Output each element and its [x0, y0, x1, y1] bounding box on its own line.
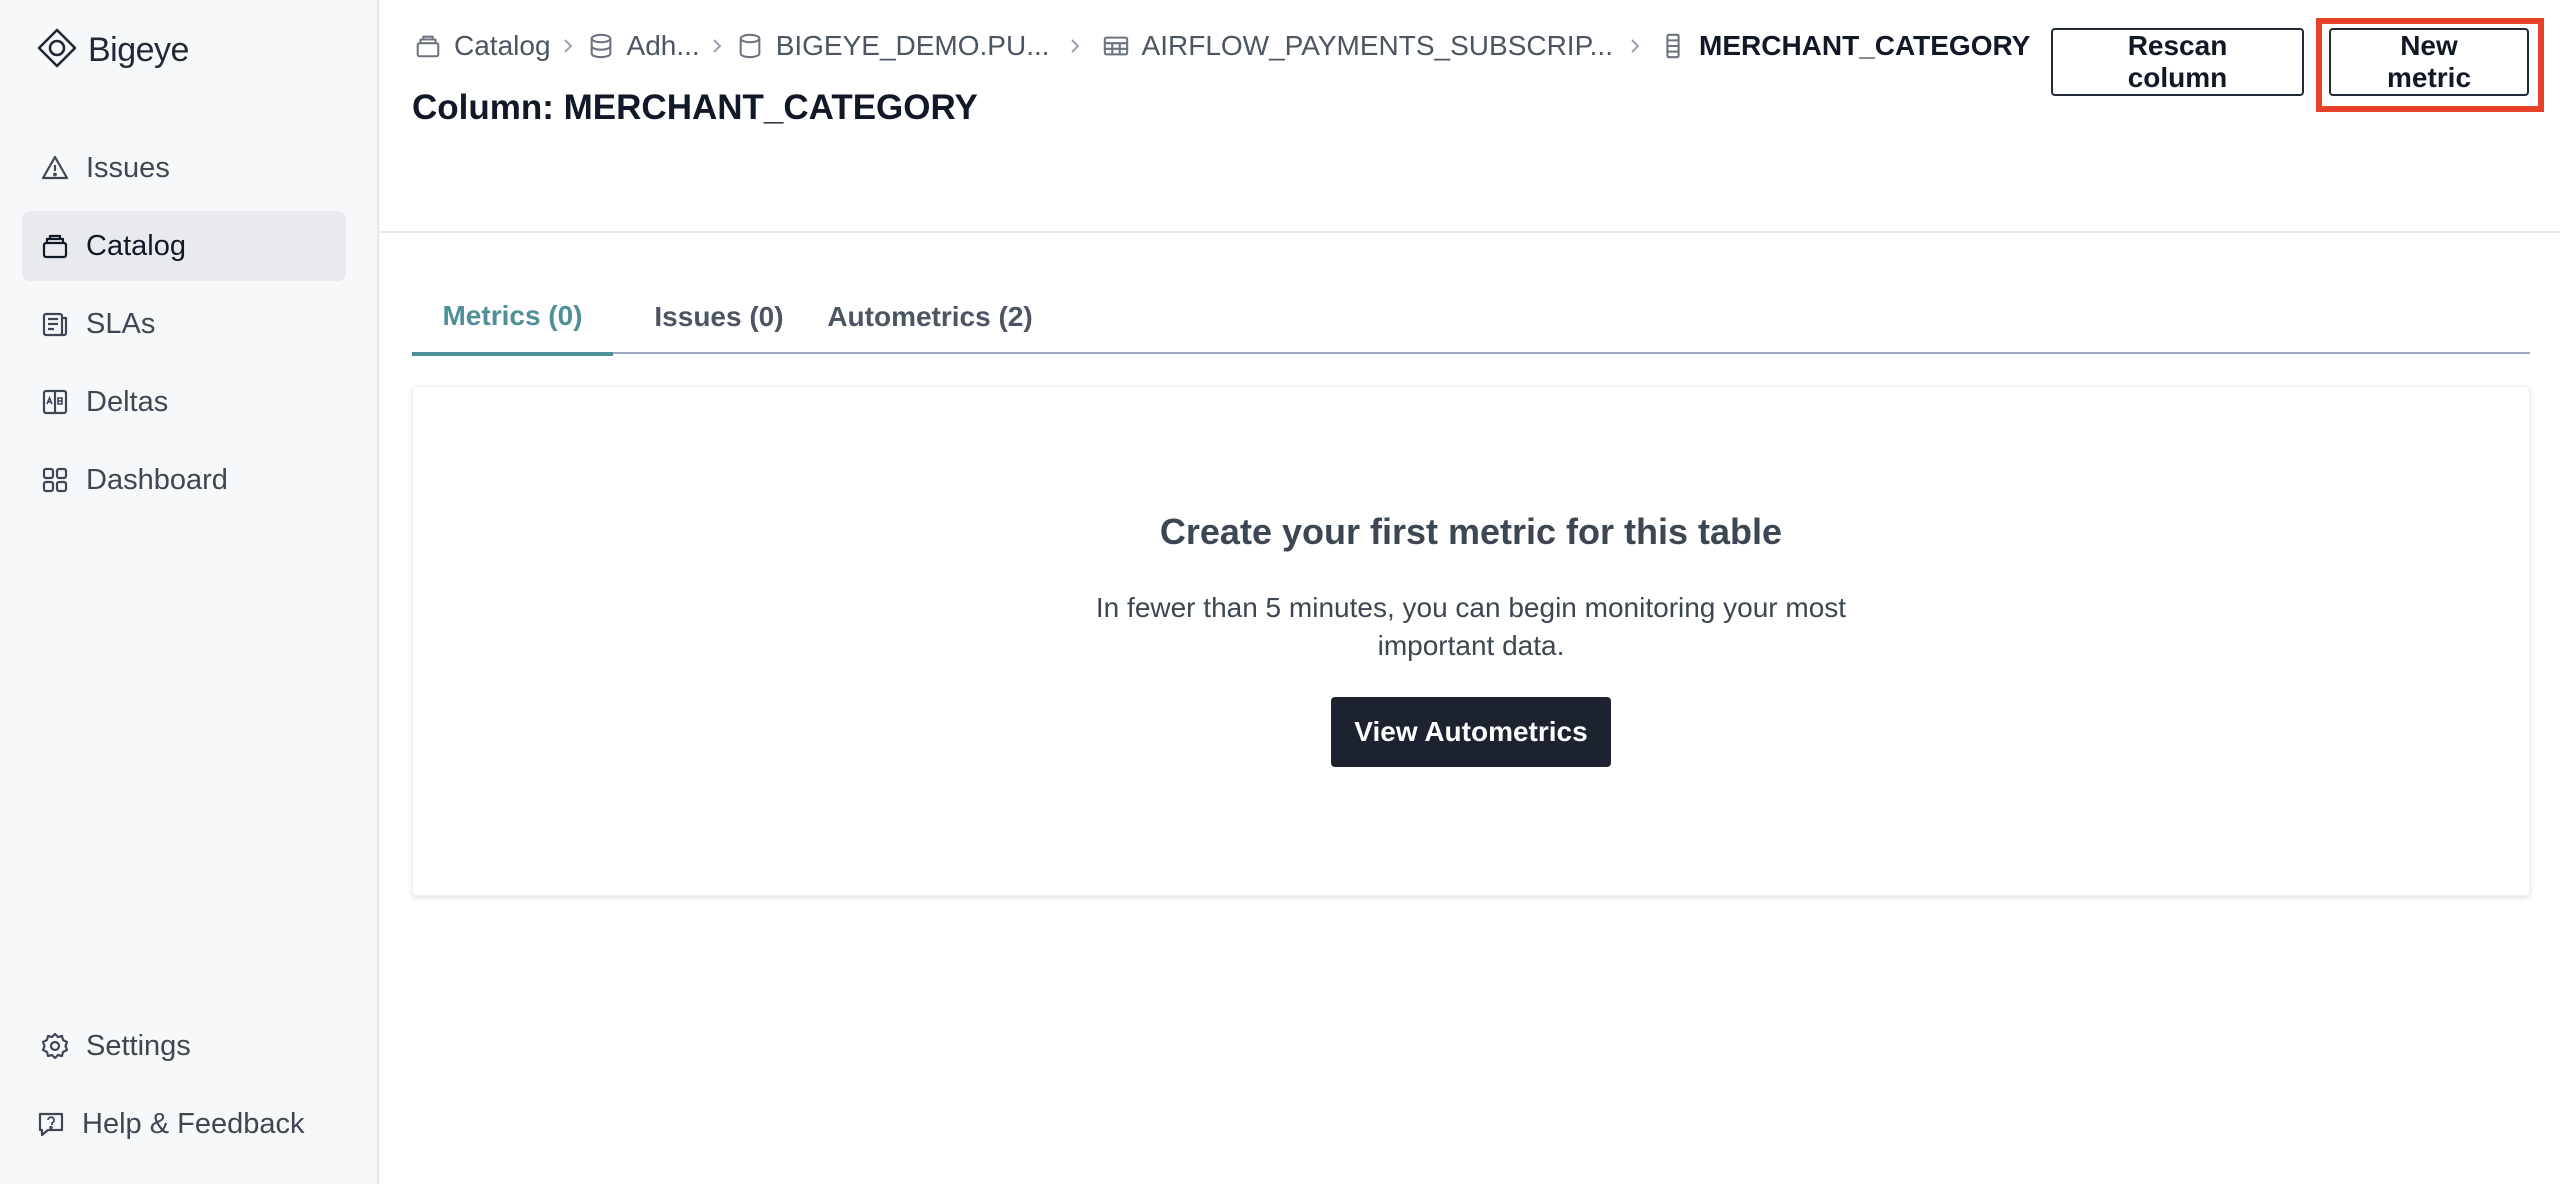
sidebar-item-label: Settings [86, 1029, 191, 1062]
chevron-right-icon [551, 30, 585, 62]
table-icon [1100, 30, 1132, 62]
sidebar-item-help-feedback[interactable]: Help & Feedback [18, 1089, 342, 1159]
page-title: Column: MERCHANT_CATEGORY [412, 88, 978, 127]
schema-icon [734, 30, 766, 62]
breadcrumb-label: BIGEYE_DEMO.PU... [775, 30, 1050, 61]
empty-state-title: Create your first metric for this table [1159, 511, 1783, 552]
sidebar-item-catalog[interactable]: Catalog [22, 211, 346, 281]
tab-metrics[interactable]: Metrics (0) [412, 280, 613, 356]
sidebar: Bigeye Issues Catalog SLAs Deltas Dashbo… [0, 0, 379, 1184]
breadcrumb: Catalog Adh... BIGEYE_DEMO.PU... AIRFLOW… [412, 24, 2030, 68]
deltas-icon [38, 385, 72, 419]
sidebar-item-dashboard[interactable]: Dashboard [22, 445, 346, 515]
sidebar-item-label: Dashboard [86, 463, 228, 496]
breadcrumb-label: Adh... [626, 30, 700, 61]
catalog-icon [38, 229, 72, 263]
sidebar-item-label: SLAs [86, 307, 156, 340]
help-icon [34, 1107, 68, 1141]
gear-icon [38, 1029, 72, 1063]
tab-issues[interactable]: Issues (0) [633, 280, 805, 354]
sidebar-item-slas[interactable]: SLAs [22, 289, 346, 359]
breadcrumb-item-database[interactable]: Adh... [585, 30, 700, 62]
new-metric-button[interactable]: New metric [2329, 28, 2529, 96]
breadcrumb-item-schema[interactable]: BIGEYE_DEMO.PU... [734, 30, 1050, 62]
sidebar-item-label: Deltas [86, 385, 169, 418]
bigeye-logo-icon [36, 27, 78, 74]
sla-icon [38, 307, 72, 341]
breadcrumb-label: Catalog [454, 30, 551, 61]
breadcrumb-item-table[interactable]: AIRFLOW_PAYMENTS_SUBSCRIP... [1100, 30, 1613, 62]
tab-bar: Metrics (0) Issues (0) Autometrics (2) [412, 280, 2530, 356]
breadcrumb-item-column: MERCHANT_CATEGORY [1657, 30, 2030, 62]
chevron-right-icon [1613, 30, 1657, 62]
rescan-column-button[interactable]: Rescan column [2051, 28, 2304, 96]
breadcrumb-label: AIRFLOW_PAYMENTS_SUBSCRIP... [1141, 30, 1613, 61]
empty-state-card: Create your first metric for this table … [412, 386, 2530, 896]
sidebar-item-issues[interactable]: Issues [22, 133, 346, 203]
logo-text: Bigeye [88, 30, 189, 69]
warning-triangle-icon [38, 151, 72, 185]
header-divider [379, 231, 2560, 233]
breadcrumb-item-catalog[interactable]: Catalog [412, 30, 551, 62]
tab-autometrics[interactable]: Autometrics (2) [820, 280, 1040, 354]
bigeye-logo[interactable]: Bigeye [36, 24, 189, 76]
empty-state-description: In fewer than 5 minutes, you can begin m… [1095, 592, 1847, 661]
sidebar-item-label: Help & Feedback [82, 1107, 305, 1140]
app-root: Bigeye Issues Catalog SLAs Deltas Dashbo… [0, 0, 2560, 1184]
chevron-right-icon [1050, 30, 1100, 62]
catalog-icon [412, 30, 444, 62]
sidebar-item-label: Catalog [86, 229, 186, 262]
sidebar-item-settings[interactable]: Settings [22, 1011, 346, 1081]
sidebar-item-label: Issues [86, 151, 170, 184]
breadcrumb-label: MERCHANT_CATEGORY [1699, 30, 2031, 61]
view-autometrics-button[interactable]: View Autometrics [1331, 697, 1611, 767]
sidebar-item-deltas[interactable]: Deltas [22, 367, 346, 437]
column-icon [1657, 30, 1689, 62]
dashboard-grid-icon [38, 463, 72, 497]
chevron-right-icon [700, 30, 734, 62]
database-icon [585, 30, 617, 62]
